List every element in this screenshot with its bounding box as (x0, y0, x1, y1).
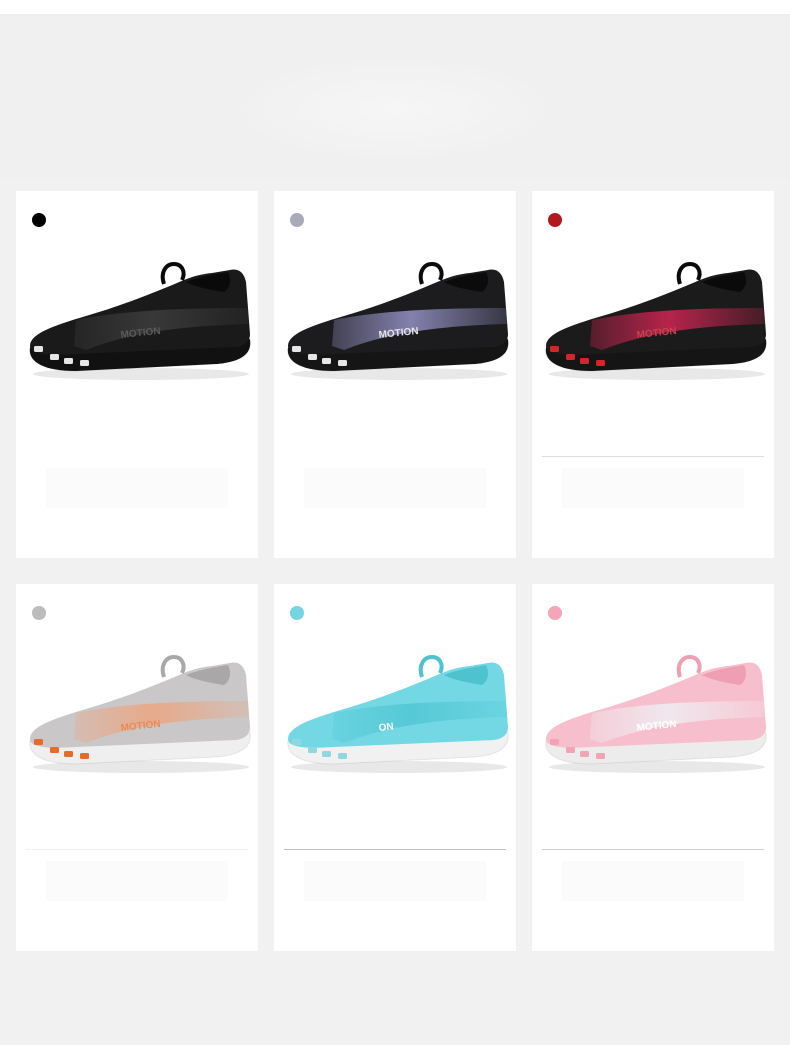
toe-bumper (322, 751, 331, 757)
water-shoe-image: MOTION (545, 654, 767, 773)
color-swatch-dot[interactable] (32, 213, 46, 227)
toe-bumper (50, 354, 59, 360)
color-swatch-dot[interactable] (290, 213, 304, 227)
toe-bumper (580, 751, 589, 757)
reflection-line (284, 456, 506, 457)
shoe-logo-text: ON (378, 721, 394, 734)
water-shoe-image: ON (287, 654, 509, 773)
toe-bumper (34, 739, 43, 745)
toe-bumper (338, 753, 347, 759)
shoe-pull-loop-hole (685, 269, 693, 277)
reflection-line (26, 456, 248, 457)
product-card-red[interactable]: MOTION (532, 191, 774, 558)
toe-bumper (566, 354, 575, 360)
reflection-line (542, 849, 764, 850)
product-card-gray-purple[interactable]: MOTION (274, 191, 516, 558)
color-swatch-dot[interactable] (32, 606, 46, 620)
shoe-pull-loop-hole (169, 662, 177, 670)
reflection-line (26, 849, 248, 850)
water-shoe-image: MOTION (287, 261, 509, 380)
toe-bumper (34, 346, 43, 352)
toe-bumper (550, 739, 559, 745)
reflection-block (304, 468, 486, 508)
reflection-block (46, 861, 228, 901)
shoe-reflection (532, 406, 774, 558)
toe-bumper (64, 751, 73, 757)
water-shoe-image: MOTION (545, 261, 767, 380)
product-card-aqua[interactable]: ON (274, 584, 516, 951)
reflection-block (562, 861, 744, 901)
shoe-pull-loop-hole (427, 662, 435, 670)
reflection-block (46, 468, 228, 508)
toe-bumper (322, 358, 331, 364)
toe-bumper (566, 747, 575, 753)
shoe-pull-loop-hole (685, 662, 693, 670)
toe-bumper (550, 346, 559, 352)
shoe-reflection (274, 799, 516, 951)
reflection-block (562, 468, 744, 508)
product-card-black[interactable]: MOTION (16, 191, 258, 558)
product-card-light-gray[interactable]: MOTION (16, 584, 258, 951)
shoe-pull-loop-hole (169, 269, 177, 277)
toe-bumper (596, 753, 605, 759)
reflection-line (542, 456, 764, 457)
toe-bumper (580, 358, 589, 364)
shoe-pull-loop-hole (427, 269, 435, 277)
toe-bumper (308, 354, 317, 360)
toe-bumper (292, 739, 301, 745)
toe-bumper (338, 360, 347, 366)
water-shoe-image: MOTION (29, 261, 251, 380)
toe-bumper (64, 358, 73, 364)
color-swatch-dot[interactable] (548, 213, 562, 227)
toe-bumper (80, 360, 89, 366)
shoe-reflection (274, 406, 516, 558)
shoe-reflection (16, 406, 258, 558)
toe-bumper (292, 346, 301, 352)
toe-bumper (50, 747, 59, 753)
toe-bumper (80, 753, 89, 759)
product-color-grid: MOTION MOTION MOTION MOTION ON MOTION (0, 0, 790, 1045)
reflection-block (304, 861, 486, 901)
bottom-strip (0, 965, 790, 1045)
toe-bumper (596, 360, 605, 366)
product-card-pink[interactable]: MOTION (532, 584, 774, 951)
water-shoe-image: MOTION (29, 654, 251, 773)
color-swatch-dot[interactable] (290, 606, 304, 620)
color-swatch-dot[interactable] (548, 606, 562, 620)
toe-bumper (308, 747, 317, 753)
shoe-reflection (16, 799, 258, 951)
reflection-line (284, 849, 506, 850)
shoe-reflection (532, 799, 774, 951)
